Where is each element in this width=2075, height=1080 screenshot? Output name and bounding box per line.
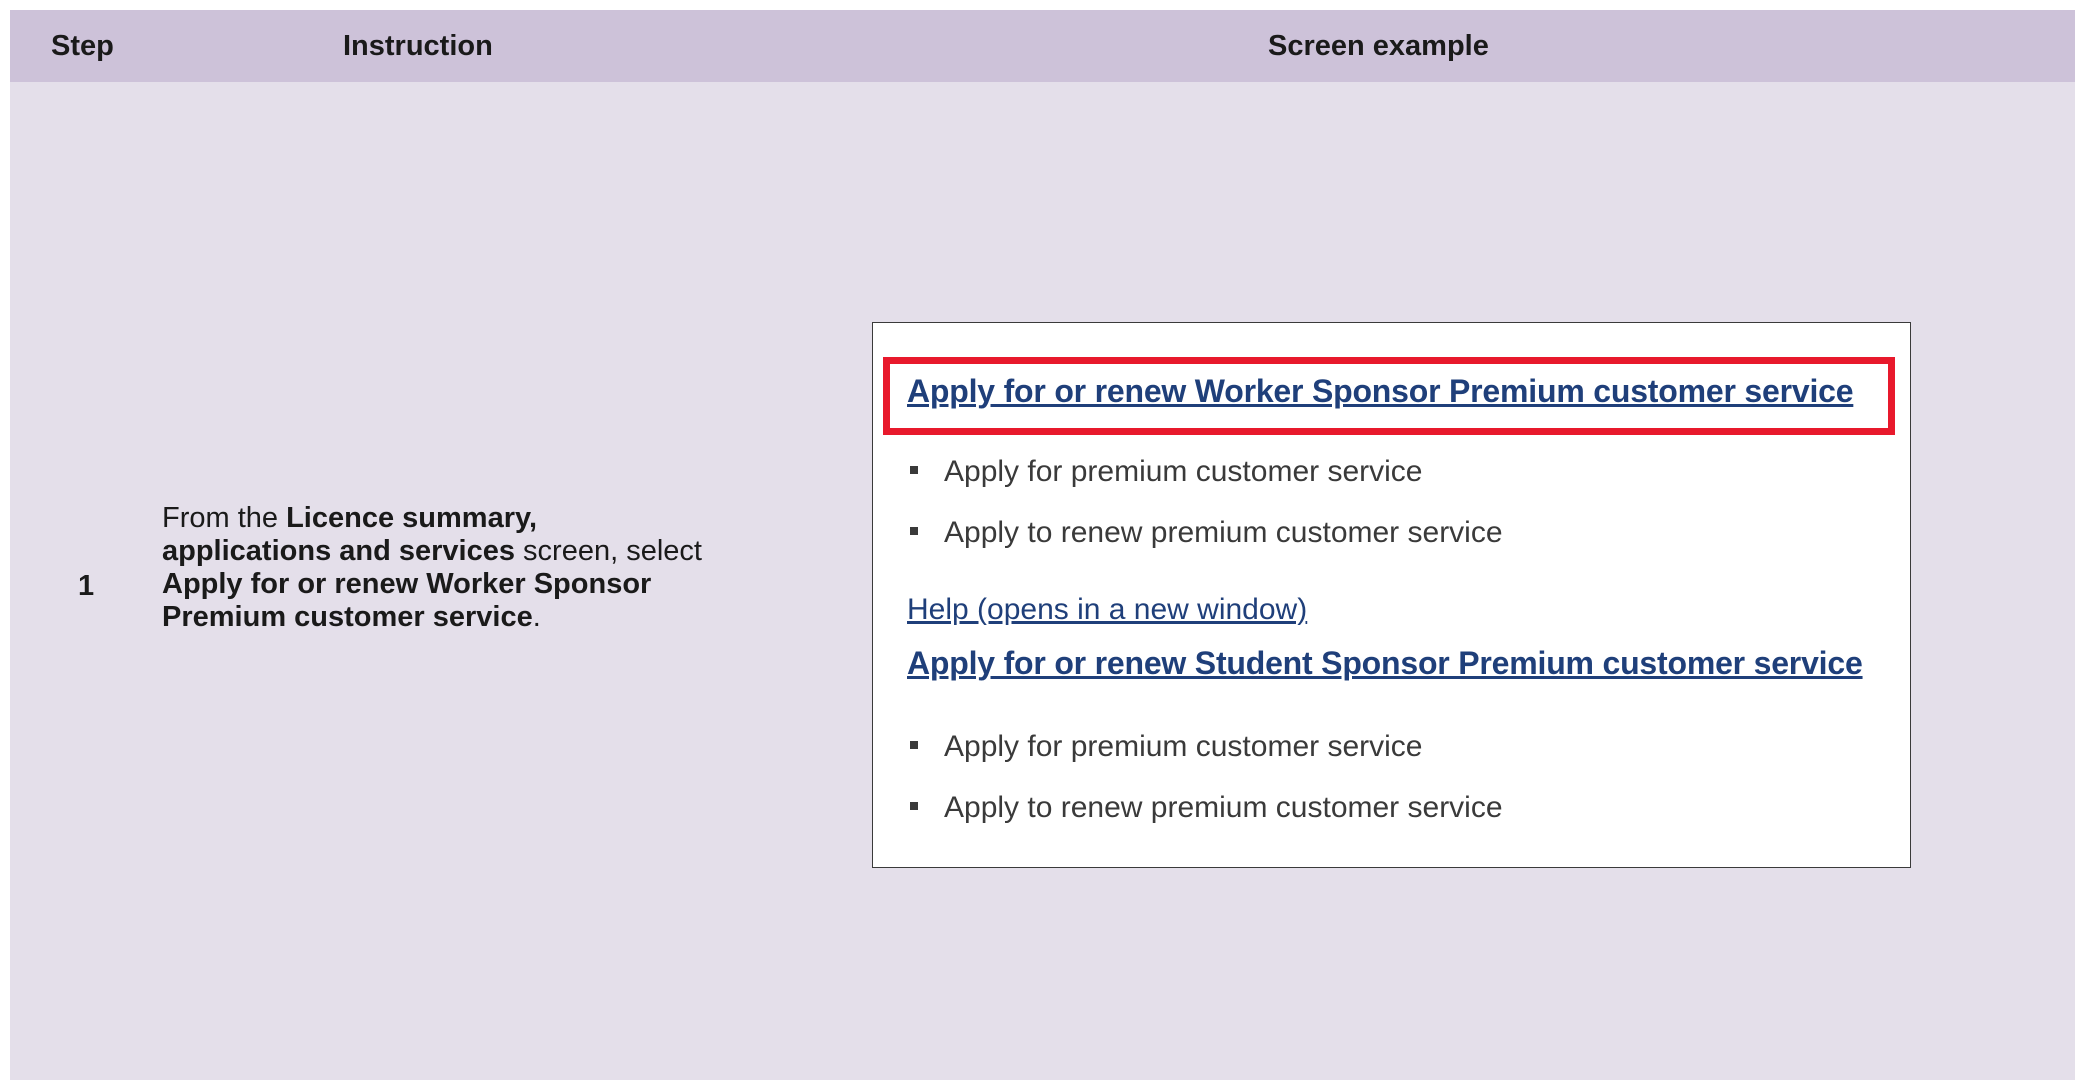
bullet-square-icon [910, 466, 918, 475]
instruction-part: . [532, 601, 541, 633]
screen-example-panel: Apply for or renew Worker Sponsor Premiu… [872, 322, 1911, 868]
bullet-square-icon [910, 802, 918, 811]
header-step: Step [51, 30, 114, 62]
list-item: Apply to renew premium customer service [910, 791, 1503, 825]
list-item-label: Apply for premium customer service [944, 730, 1423, 763]
list-item: Apply to renew premium customer service [910, 516, 1503, 550]
step-number: 1 [78, 570, 95, 602]
list-item: Apply for premium customer service [910, 730, 1422, 764]
list-item: Apply for premium customer service [910, 455, 1422, 489]
instruction-part: From the [162, 502, 287, 534]
header-instruction: Instruction [343, 30, 493, 62]
list-item-label: Apply to renew premium customer service [944, 516, 1503, 549]
header-screen-example: Screen example [1268, 30, 1489, 62]
worker-sponsor-premium-link[interactable]: Apply for or renew Worker Sponsor Premiu… [907, 373, 1854, 410]
instruction-bold-link-name: Apply for or renew Worker Sponsor Premiu… [162, 568, 652, 633]
help-link[interactable]: Help (opens in a new window) [907, 593, 1307, 627]
instruction-text: From the Licence summary, applications a… [162, 502, 702, 634]
student-sponsor-premium-link[interactable]: Apply for or renew Student Sponsor Premi… [907, 645, 1863, 682]
bullet-square-icon [910, 741, 918, 750]
table-header-row: Step Instruction Screen example [10, 10, 2075, 82]
instruction-table: Step Instruction Screen example 1 From t… [10, 10, 2075, 1080]
table-row: 1 From the Licence summary, applications… [10, 82, 2075, 1080]
list-item-label: Apply to renew premium customer service [944, 791, 1503, 824]
bullet-square-icon [910, 527, 918, 536]
list-item-label: Apply for premium customer service [944, 455, 1423, 488]
instruction-part: screen, select [514, 535, 702, 567]
